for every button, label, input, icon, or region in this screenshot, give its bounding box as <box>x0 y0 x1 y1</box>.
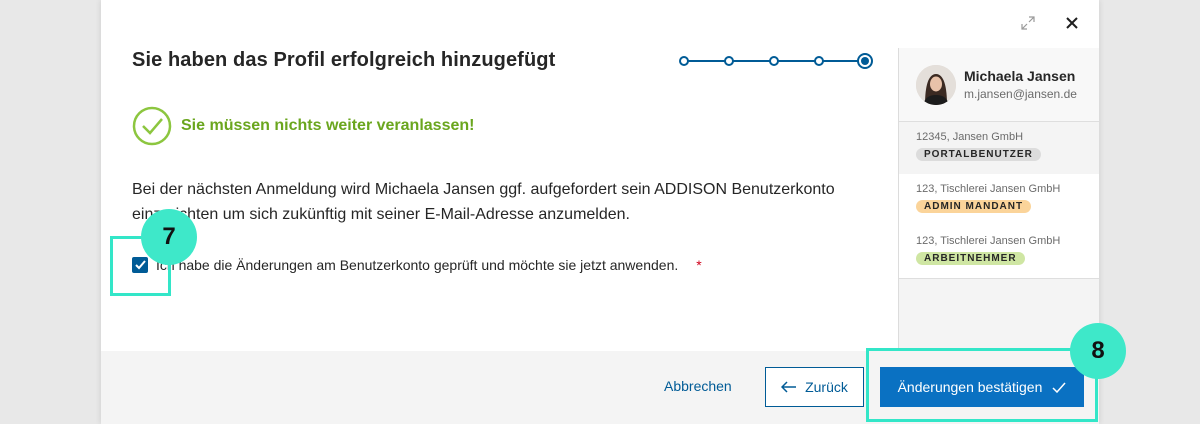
check-circle-icon <box>132 106 172 146</box>
success-notice: Sie müssen nichts weiter veranlassen! <box>132 106 474 146</box>
sidebar-role-list: 12345, Jansen GmbH PORTALBENUTZER 123, T… <box>899 122 1099 279</box>
profile-dialog: Sie haben das Profil erfolgreich hinzuge… <box>101 0 1126 424</box>
required-marker: * <box>696 257 702 273</box>
sidebar-profile-email: m.jansen@jansen.de <box>964 87 1077 101</box>
step-4 <box>814 56 824 66</box>
sidebar-item-company: 123, Tischlerei Jansen GmbH <box>916 183 1061 195</box>
annotation-8-box <box>866 348 1098 422</box>
role-tag-admin-mandant: ADMIN MANDANT <box>916 200 1032 213</box>
screen: Sie haben das Profil erfolgreich hinzuge… <box>0 0 1200 424</box>
step-1 <box>679 56 689 66</box>
window-controls <box>1017 12 1083 34</box>
cancel-button[interactable]: Abbrechen <box>664 378 732 394</box>
sidebar-item-company: 123, Tischlerei Jansen GmbH <box>916 235 1061 247</box>
back-button-label: Zurück <box>805 379 848 395</box>
dialog-title: Sie haben das Profil erfolgreich hinzuge… <box>132 49 556 71</box>
sidebar-profile-name: Michaela Jansen <box>964 68 1076 84</box>
annotation-8-badge: 8 <box>1070 323 1126 379</box>
sidebar-item-tischlerei-admin[interactable]: 123, Tischlerei Jansen GmbH ADMIN MANDAN… <box>899 174 1099 226</box>
role-tag-arbeitnehmer: ARBEITNEHMER <box>916 252 1025 265</box>
close-icon[interactable] <box>1061 12 1083 34</box>
sidebar-item-tischlerei-arbeitnehmer[interactable]: 123, Tischlerei Jansen GmbH ARBEITNEHMER <box>899 226 1099 278</box>
checkbox-label: Ich habe die Änderungen am Benutzerkonto… <box>156 257 679 273</box>
sidebar-item-company: 12345, Jansen GmbH <box>916 131 1024 143</box>
step-2 <box>724 56 734 66</box>
success-message: Sie müssen nichts weiter veranlassen! <box>181 117 475 134</box>
step-3 <box>769 56 779 66</box>
progress-stepper <box>679 53 873 69</box>
sidebar-item-jansen-gmbh[interactable]: 12345, Jansen GmbH PORTALBENUTZER <box>899 122 1099 174</box>
back-button[interactable]: Zurück <box>765 367 864 407</box>
confirm-checkbox-row: Ich habe die Änderungen am Benutzerkonto… <box>132 257 702 273</box>
arrow-left-icon <box>781 381 797 393</box>
info-text: Bei der nächsten Anmeldung wird Michaela… <box>132 181 835 223</box>
annotation-7-badge: 7 <box>141 209 197 265</box>
avatar <box>916 64 956 105</box>
role-tag-portalbenutzer: PORTALBENUTZER <box>916 148 1041 161</box>
profile-sidebar: Michaela Jansen m.jansen@jansen.de 12345… <box>898 48 1099 351</box>
sidebar-profile: Michaela Jansen m.jansen@jansen.de <box>899 48 1099 122</box>
expand-icon[interactable] <box>1017 12 1039 34</box>
